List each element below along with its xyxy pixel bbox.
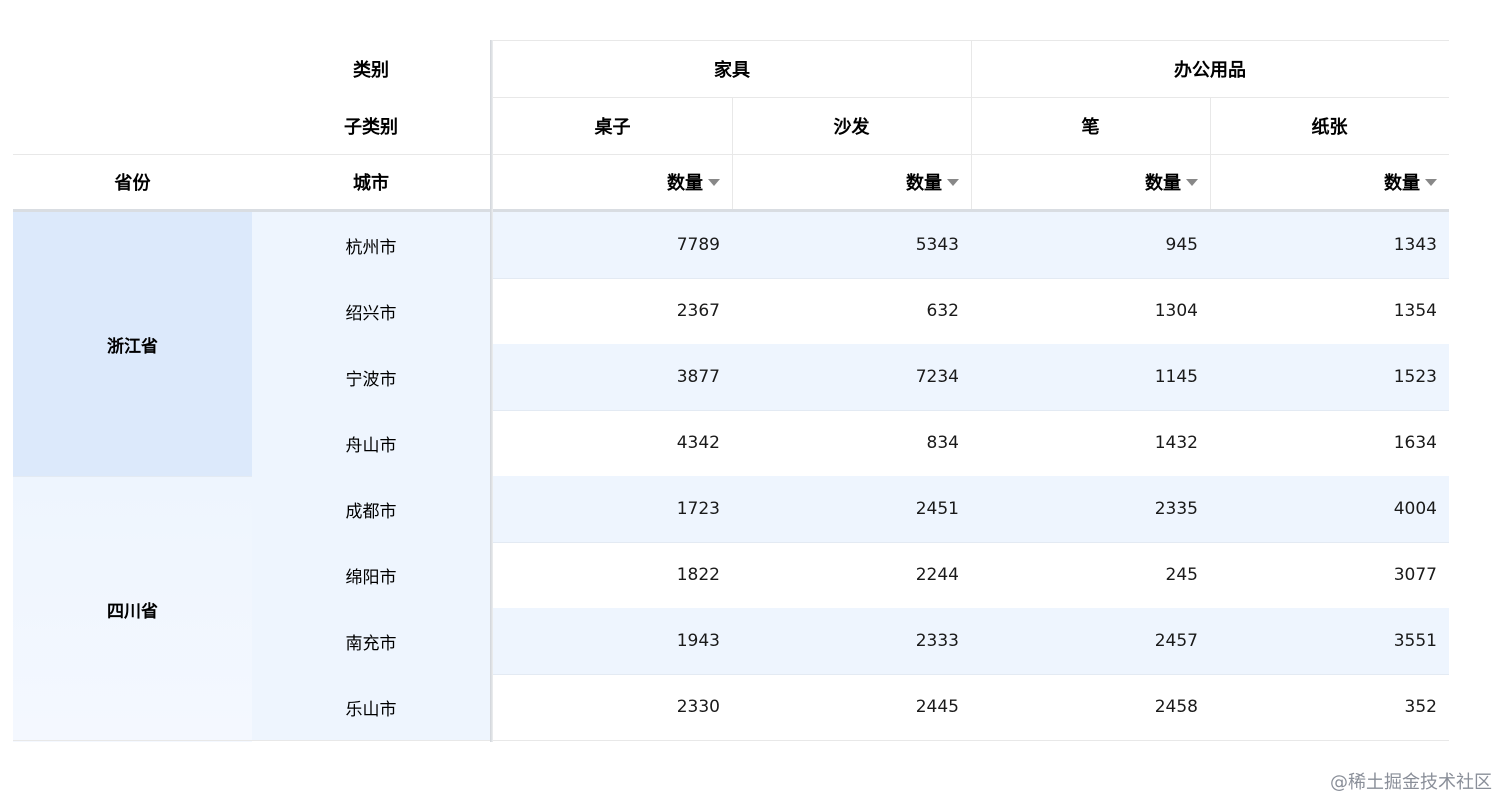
city-cell[interactable]: 宁波市 (252, 344, 490, 410)
row-field-province[interactable]: 省份 (13, 154, 252, 210)
value-cell[interactable]: 4004 (1210, 476, 1449, 542)
value-cell[interactable]: 3877 (493, 344, 732, 410)
sort-down-icon[interactable] (1425, 178, 1437, 186)
value-cell[interactable]: 1943 (493, 608, 732, 674)
value-cell[interactable]: 2457 (971, 608, 1210, 674)
value-cell[interactable]: 1822 (493, 542, 732, 608)
value-cell[interactable]: 945 (971, 212, 1210, 278)
measure-header[interactable]: 数量 (971, 154, 1210, 210)
value-cell[interactable]: 5343 (732, 212, 971, 278)
city-cell[interactable]: 成都市 (252, 476, 490, 542)
city-cell[interactable]: 舟山市 (252, 410, 490, 476)
value-cell[interactable]: 1523 (1210, 344, 1449, 410)
table-row[interactable]: 4342 834 1432 1634 (493, 410, 1449, 476)
city-cell[interactable]: 杭州市 (252, 212, 490, 278)
measure-label: 数量 (906, 173, 942, 194)
table-row[interactable]: 1822 2244 245 3077 (493, 542, 1449, 608)
value-cell[interactable]: 245 (971, 542, 1210, 608)
col-header-sub-sofa[interactable]: 沙发 (732, 97, 971, 154)
measure-label: 数量 (1384, 173, 1420, 194)
city-cell[interactable]: 乐山市 (252, 674, 490, 740)
value-cell[interactable]: 352 (1210, 674, 1449, 740)
divider (1210, 97, 1211, 210)
col-header-sub-paper[interactable]: 纸张 (1210, 97, 1449, 154)
value-cell[interactable]: 2458 (971, 674, 1210, 740)
measure-header[interactable]: 数量 (732, 154, 971, 210)
measure-header[interactable]: 数量 (1210, 154, 1449, 210)
col-header-sub-pen[interactable]: 笔 (971, 97, 1210, 154)
row-field-city[interactable]: 城市 (252, 154, 490, 210)
table-row[interactable]: 2330 2445 2458 352 (493, 674, 1449, 740)
value-cell[interactable]: 7789 (493, 212, 732, 278)
value-cell[interactable]: 1304 (971, 278, 1210, 344)
sort-down-icon[interactable] (708, 178, 720, 186)
table-row[interactable]: 2367 632 1304 1354 (493, 278, 1449, 344)
table-row[interactable]: 3877 7234 1145 1523 (493, 344, 1449, 410)
divider (971, 40, 972, 210)
measure-label: 数量 (1145, 173, 1181, 194)
sort-down-icon[interactable] (947, 178, 959, 186)
table-row[interactable]: 7789 5343 945 1343 (493, 212, 1449, 278)
value-cell[interactable]: 2367 (493, 278, 732, 344)
col-header-category-furniture[interactable]: 家具 (493, 40, 971, 97)
value-cell[interactable]: 2335 (971, 476, 1210, 542)
corner-subcategory-label: 子类别 (344, 116, 398, 138)
corner-category-label: 类别 (353, 59, 389, 81)
city-cell[interactable]: 绵阳市 (252, 542, 490, 608)
col-header-category-office[interactable]: 办公用品 (971, 40, 1449, 97)
value-cell[interactable]: 7234 (732, 344, 971, 410)
value-cell[interactable]: 2445 (732, 674, 971, 740)
value-cell[interactable]: 2451 (732, 476, 971, 542)
measure-label: 数量 (667, 173, 703, 194)
pivot-table: 类别 子类别 省份 城市 家具 办公用品 桌子 沙发 笔 纸张 数量 数量 数量… (13, 40, 1449, 742)
watermark: @稀土掘金技术社区 (1330, 772, 1492, 793)
value-cell[interactable]: 1432 (971, 410, 1210, 476)
value-cell[interactable]: 1354 (1210, 278, 1449, 344)
value-cell[interactable]: 1145 (971, 344, 1210, 410)
table-row[interactable]: 1943 2333 2457 3551 (493, 608, 1449, 674)
value-cell[interactable]: 3077 (1210, 542, 1449, 608)
city-cell[interactable]: 南充市 (252, 608, 490, 674)
value-cell[interactable]: 1634 (1210, 410, 1449, 476)
value-cell[interactable]: 1343 (1210, 212, 1449, 278)
frozen-column-divider (490, 40, 493, 742)
value-cell[interactable]: 2330 (493, 674, 732, 740)
value-cell[interactable]: 1723 (493, 476, 732, 542)
col-header-sub-table[interactable]: 桌子 (493, 97, 732, 154)
divider (13, 154, 1449, 155)
province-cell-sichuan[interactable]: 四川省 (13, 476, 252, 742)
divider (732, 97, 733, 210)
value-cell[interactable]: 2244 (732, 542, 971, 608)
sort-down-icon[interactable] (1186, 178, 1198, 186)
province-cell-zhejiang[interactable]: 浙江省 (13, 212, 252, 476)
table-row[interactable]: 1723 2451 2335 4004 (493, 476, 1449, 542)
value-cell[interactable]: 4342 (493, 410, 732, 476)
city-cell[interactable]: 绍兴市 (252, 278, 490, 344)
table-bottom-border (13, 740, 1449, 741)
value-cell[interactable]: 2333 (732, 608, 971, 674)
value-cell[interactable]: 834 (732, 410, 971, 476)
measure-header[interactable]: 数量 (493, 154, 732, 210)
value-cell[interactable]: 3551 (1210, 608, 1449, 674)
value-cell[interactable]: 632 (732, 278, 971, 344)
